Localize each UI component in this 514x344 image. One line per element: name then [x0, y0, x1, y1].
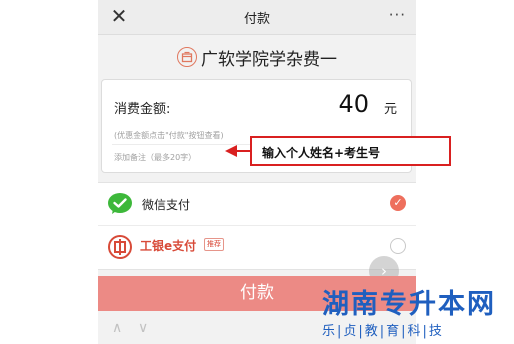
payment-method-wechat[interactable]: 微信支付 ✓ [98, 183, 416, 226]
payment-method-icbc[interactable]: 工银e支付 推荐 [98, 226, 416, 268]
merchant-name: 广软学院学杂费一 [201, 49, 337, 70]
page-title: 付款 [243, 12, 270, 27]
chevron-up-icon[interactable]: ∧ [112, 320, 122, 336]
watermark-title: 湖南专升本网 [322, 289, 496, 320]
payment-method-label: 工银e支付 [140, 239, 197, 253]
merchant-header: 广软学院学杂费一 [98, 44, 416, 70]
selected-check-icon[interactable]: ✓ [390, 195, 406, 211]
shop-icon [177, 47, 197, 67]
unselected-radio[interactable] [390, 238, 406, 254]
annotation-arrow-line [236, 150, 250, 152]
remark-input[interactable]: 添加备注（最多20字） [114, 152, 196, 163]
currency-unit: 元 [383, 102, 397, 117]
amount-label: 消费金额: [114, 102, 171, 117]
more-options-button[interactable]: ··· [389, 6, 406, 24]
icbc-icon [107, 234, 133, 260]
watermark-subtitle: 乐|贞|教|育|科|技 [322, 324, 444, 339]
recommended-badge: 推荐 [204, 238, 224, 251]
wechat-pay-icon [107, 191, 133, 217]
discount-hint: (优惠金额点击"付款"按钮查看) [114, 131, 224, 140]
payment-method-label: 微信支付 [142, 198, 191, 212]
payment-method-list: 微信支付 ✓ 工银e支付 推荐 [98, 182, 416, 270]
amount-input[interactable]: 40 [338, 90, 369, 118]
annotation-text: 输入个人姓名+考生号 [262, 146, 381, 160]
annotation-callout: 输入个人姓名+考生号 [250, 136, 451, 166]
top-navbar: ✕ 付款 ··· [98, 0, 416, 35]
watermark-logo: 湖南专升本网 乐|贞|教|育|科|技 [318, 282, 514, 344]
chevron-down-icon[interactable]: ∨ [138, 320, 148, 336]
